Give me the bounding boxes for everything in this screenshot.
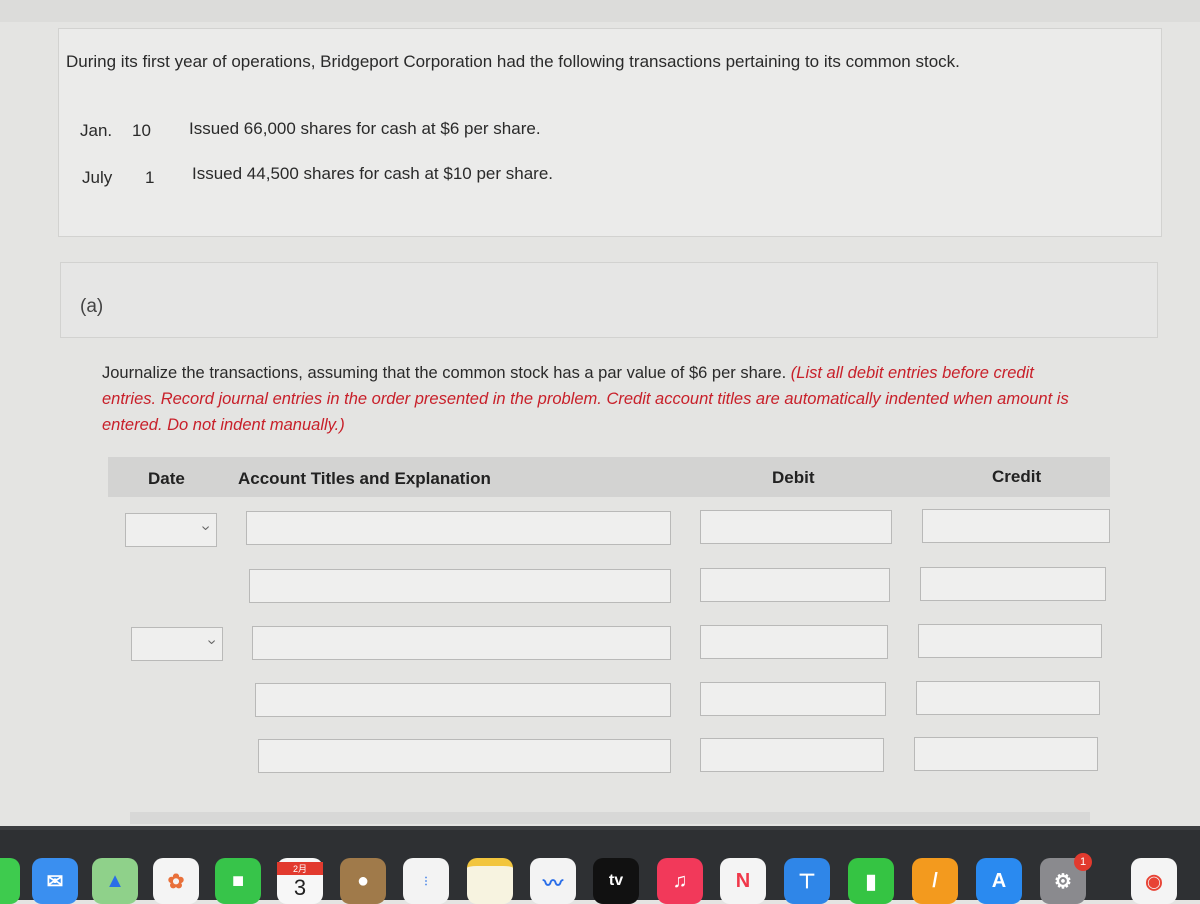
app-store-icon[interactable]: A <box>976 858 1022 904</box>
debit-input[interactable] <box>700 510 892 544</box>
debit-input[interactable] <box>700 682 886 716</box>
credit-input[interactable] <box>918 624 1102 658</box>
transaction-text: Issued 44,500 shares for cash at $10 per… <box>192 164 554 183</box>
transaction-month: July <box>82 168 113 187</box>
music-icon[interactable]: ♫ <box>657 858 703 904</box>
pages-icon[interactable]: / <box>912 858 958 904</box>
reminders-icon[interactable]: ⋮ <box>403 858 449 904</box>
mail-icon[interactable]: ✉ <box>32 858 78 904</box>
account-input[interactable] <box>258 739 671 773</box>
calendar-month: 2月 <box>277 861 323 875</box>
news-icon[interactable]: N <box>720 858 766 904</box>
problem-intro: During its first year of operations, Bri… <box>66 52 960 71</box>
transaction-month: Jan. <box>80 121 113 140</box>
account-input[interactable] <box>249 569 671 603</box>
maps-icon[interactable]: ▲ <box>92 858 138 904</box>
transaction-day: 10 <box>132 121 151 140</box>
header-date: Date <box>148 469 185 488</box>
header-debit: Debit <box>772 468 815 487</box>
account-input[interactable] <box>246 511 671 545</box>
notification-badge: 1 <box>1074 853 1092 871</box>
header-account: Account Titles and Explanation <box>238 469 491 488</box>
journal-table-header: Date Account Titles and Explanation Debi… <box>108 457 1110 497</box>
instructions: Journalize the transactions, assuming th… <box>102 360 1092 438</box>
contacts-icon[interactable]: ● <box>340 858 386 904</box>
photos-icon[interactable]: ✿ <box>153 858 199 904</box>
transaction-day: 1 <box>145 168 155 187</box>
calendar-day: 3 <box>293 874 307 900</box>
part-header <box>60 262 1158 338</box>
header-credit: Credit <box>992 467 1042 486</box>
credit-input[interactable] <box>916 681 1100 715</box>
account-input[interactable] <box>252 626 671 660</box>
debit-input[interactable] <box>700 625 888 659</box>
instruction-text: Journalize the transactions, assuming th… <box>102 364 787 382</box>
keynote-icon[interactable]: ⊤ <box>784 858 830 904</box>
numbers-icon[interactable]: ▮ <box>848 858 894 904</box>
notes-icon[interactable] <box>467 858 513 904</box>
debit-input[interactable] <box>700 568 890 602</box>
tv-label: tv <box>608 872 624 889</box>
calendar-icon[interactable]: 2月 3 <box>277 858 323 904</box>
part-label: (a) <box>80 296 104 317</box>
browser-top-edge <box>0 0 1200 22</box>
credit-input[interactable] <box>922 509 1110 543</box>
messages-icon[interactable] <box>0 858 20 904</box>
apple-tv-icon[interactable]: tv <box>593 858 639 904</box>
credit-input[interactable] <box>914 737 1098 771</box>
next-section-edge <box>130 812 1090 824</box>
chrome-icon[interactable]: ◉ <box>1131 858 1177 904</box>
date-select[interactable] <box>131 627 223 661</box>
freeform-icon[interactable]: 〰 <box>530 858 576 904</box>
credit-input[interactable] <box>920 567 1106 601</box>
account-input[interactable] <box>255 683 671 717</box>
transaction-text: Issued 66,000 shares for cash at $6 per … <box>189 119 541 138</box>
debit-input[interactable] <box>700 738 884 772</box>
date-select[interactable] <box>125 513 217 547</box>
facetime-icon[interactable]: ■ <box>215 858 261 904</box>
